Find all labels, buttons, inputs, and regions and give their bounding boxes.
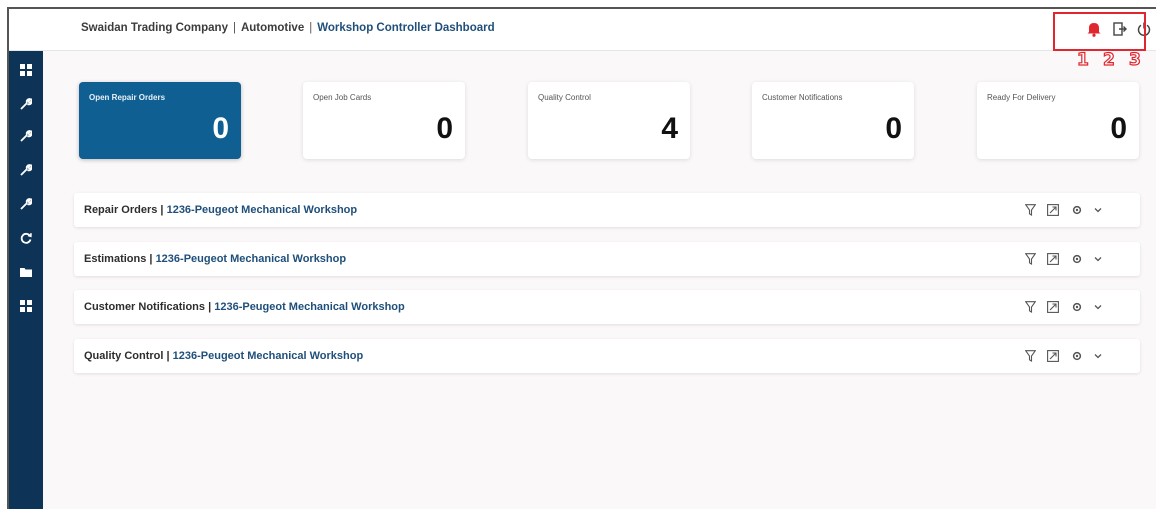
notification-bell-icon[interactable] (1084, 19, 1104, 39)
breadcrumb-separator: | (309, 22, 313, 34)
card-label: Open Job Cards (313, 93, 372, 102)
sidebar-wrench-icon[interactable] (9, 159, 43, 181)
card-open-job-cards[interactable]: Open Job Cards 0 (303, 82, 465, 159)
panel-workshop: 1236-Peugeot Mechanical Workshop (166, 204, 358, 216)
settings-icon[interactable] (1069, 251, 1085, 267)
top-bar: Swaidan Trading Company | Automotive | Works… (9, 9, 1156, 51)
sidebar-grid-icon[interactable] (9, 295, 43, 317)
card-value: 0 (1110, 112, 1127, 145)
sidebar-grid-icon[interactable] (9, 59, 43, 81)
export-icon[interactable] (1045, 299, 1061, 315)
annotation-callout: 3 (1128, 49, 1141, 70)
sidebar (9, 51, 43, 509)
panel-title: Repair Orders | 1236-Peugeot Mechanical … (84, 204, 358, 216)
card-label: Open Repair Orders (89, 93, 166, 102)
breadcrumb-separator: | (232, 22, 236, 34)
sidebar-refresh-icon[interactable] (9, 227, 43, 249)
panel-customer-notifications[interactable]: Customer Notifications | 1236-Peugeot Me… (74, 290, 1140, 324)
settings-icon[interactable] (1069, 202, 1085, 218)
card-customer-notifications[interactable]: Customer Notifications 0 (752, 82, 914, 159)
panel-title: Customer Notifications | 1236-Peugeot Me… (84, 301, 405, 313)
card-value: 4 (661, 112, 678, 145)
export-icon[interactable] (1045, 251, 1061, 267)
panel-estimations[interactable]: Estimations | 1236-Peugeot Mechanical Wo… (74, 242, 1140, 276)
panel-workshop: 1236-Peugeot Mechanical Workshop (214, 301, 405, 313)
export-icon[interactable] (1045, 202, 1061, 218)
sidebar-wrench-icon[interactable] (9, 125, 43, 147)
export-icon[interactable] (1045, 348, 1061, 364)
filter-icon[interactable] (1022, 348, 1038, 364)
annotation-callout: 1 (1076, 49, 1089, 70)
panel-title: Quality Control | 1236-Peugeot Mechanica… (84, 350, 364, 362)
panel-repair-orders[interactable]: Repair Orders | 1236-Peugeot Mechanical … (74, 193, 1140, 227)
card-label: Quality Control (538, 93, 591, 102)
settings-icon[interactable] (1069, 348, 1085, 364)
breadcrumb-dashboard[interactable]: Workshop Controller Dashboard (317, 22, 494, 34)
sidebar-wrench-icon[interactable] (9, 93, 43, 115)
breadcrumb: Swaidan Trading Company | Automotive | Works… (81, 22, 495, 34)
card-ready-for-delivery[interactable]: Ready For Delivery 0 (977, 82, 1139, 159)
panel-quality-control[interactable]: Quality Control | 1236-Peugeot Mechanica… (74, 339, 1140, 373)
chevron-down-icon[interactable] (1090, 202, 1106, 218)
filter-icon[interactable] (1022, 299, 1038, 315)
panel-title-label: Repair Orders (84, 204, 158, 216)
card-value: 0 (436, 112, 453, 145)
sidebar-folder-icon[interactable] (9, 261, 43, 283)
panel-title: Estimations | 1236-Peugeot Mechanical Wo… (84, 253, 347, 265)
filter-icon[interactable] (1022, 251, 1038, 267)
app-window: Swaidan Trading Company | Automotive | Works… (7, 7, 1156, 509)
breadcrumb-division: Automotive (240, 22, 305, 34)
top-icon-group (1062, 19, 1156, 41)
card-value: 0 (885, 112, 902, 145)
chevron-down-icon[interactable] (1090, 251, 1106, 267)
panel-workshop: 1236-Peugeot Mechanical Workshop (155, 253, 347, 265)
panel-workshop: 1236-Peugeot Mechanical Workshop (172, 350, 364, 362)
panel-title-label: Customer Notifications (84, 301, 206, 313)
filter-icon[interactable] (1022, 202, 1038, 218)
card-open-repair-orders[interactable]: Open Repair Orders 0 (79, 82, 241, 159)
settings-icon[interactable] (1069, 299, 1085, 315)
card-value: 0 (212, 112, 229, 145)
panel-title-label: Estimations (84, 253, 147, 265)
sidebar-wrench-icon[interactable] (9, 193, 43, 215)
chevron-down-icon[interactable] (1090, 299, 1106, 315)
card-quality-control[interactable]: Quality Control 4 (528, 82, 690, 159)
breadcrumb-company: Swaidan Trading Company (81, 22, 228, 34)
card-label: Customer Notifications (762, 93, 843, 102)
exit-icon[interactable] (1109, 19, 1129, 39)
power-icon[interactable] (1134, 19, 1154, 39)
chevron-down-icon[interactable] (1090, 348, 1106, 364)
annotation-callout: 2 (1102, 49, 1115, 70)
panel-title-label: Quality Control (84, 350, 164, 362)
card-label: Ready For Delivery (987, 93, 1056, 102)
